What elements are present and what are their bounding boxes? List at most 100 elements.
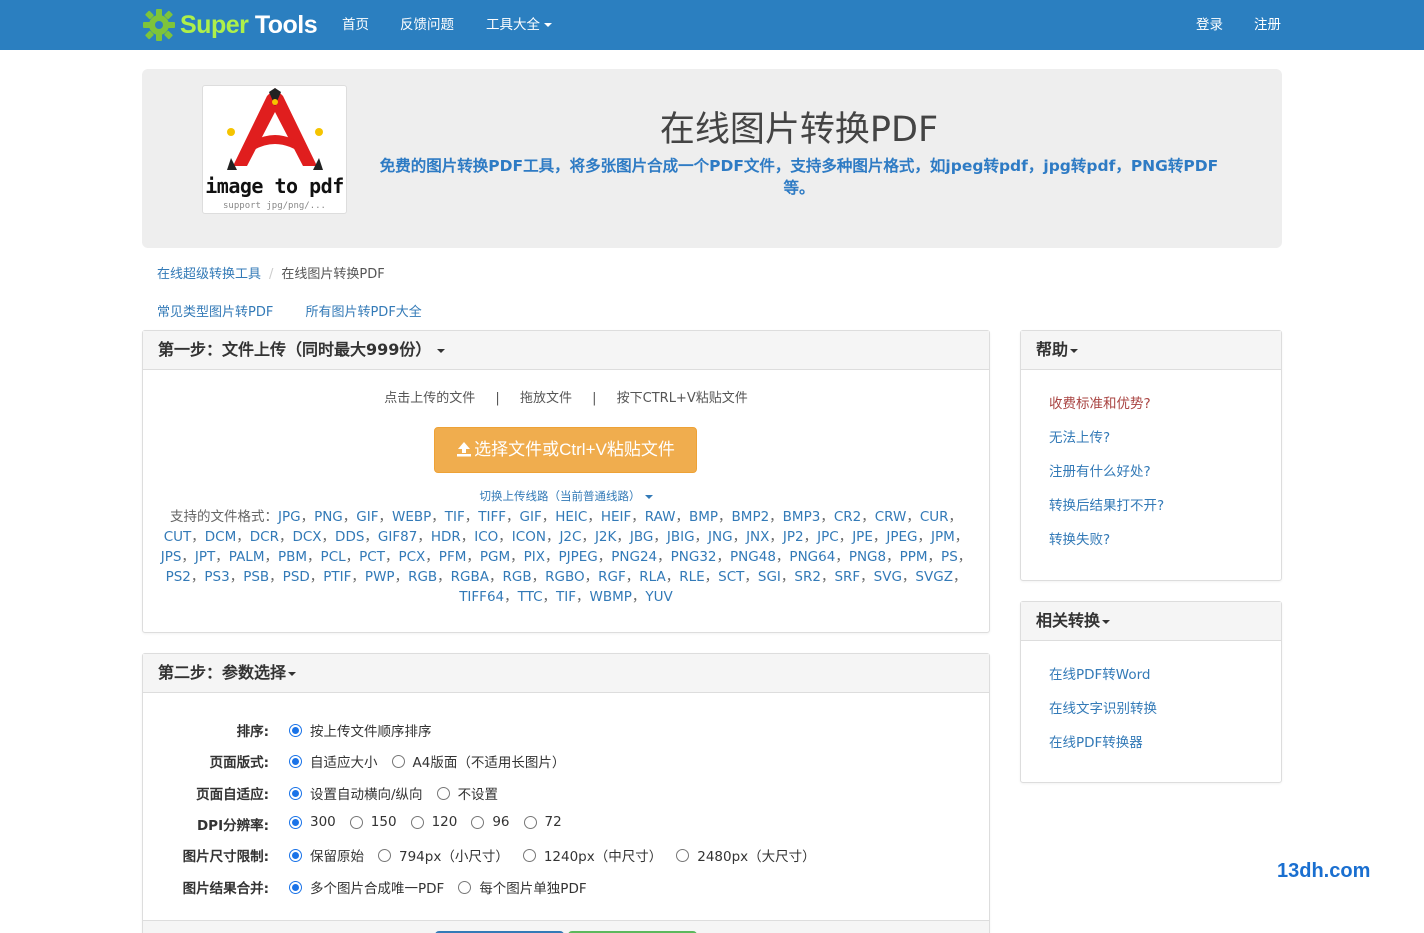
navbar: Super Tools 首页 反馈问题 工具大全 登录 注册 <box>0 0 1424 50</box>
nav-feedback[interactable]: 反馈问题 <box>400 0 454 50</box>
link-all-image-to-pdf[interactable]: 所有图片转PDF大全 <box>305 305 421 320</box>
radio-option[interactable]: 每个图片单独PDF <box>458 877 587 897</box>
radio-option[interactable]: 794px（小尺寸） <box>378 845 509 865</box>
format-separator: ， <box>510 549 524 565</box>
nav-tools-dropdown[interactable]: 工具大全 <box>486 0 552 50</box>
radio-option[interactable]: A4版面（不适用长图片） <box>391 751 566 771</box>
format-item: GIF87 <box>377 529 418 545</box>
format-item: SVG <box>873 569 902 585</box>
format-item: PCT <box>359 549 385 565</box>
format-separator: ， <box>716 549 731 565</box>
upload-icon <box>456 430 472 457</box>
radio-unchecked-icon[interactable] <box>522 848 536 862</box>
format-separator: ， <box>675 509 689 525</box>
related-panel-heading[interactable]: 相关转换 <box>1021 602 1281 641</box>
help-link[interactable]: 转换失败? <box>1049 532 1110 548</box>
radio-option-label: 300 <box>310 814 336 830</box>
nav-home[interactable]: 首页 <box>342 0 369 50</box>
radio-unchecked-icon[interactable] <box>378 848 391 862</box>
help-link[interactable]: 无法上传? <box>1049 430 1110 446</box>
format-separator: ， <box>820 509 834 525</box>
radio-option[interactable]: 72 <box>523 814 562 830</box>
format-item: JPS <box>160 549 182 565</box>
chevron-down-icon <box>1070 348 1079 353</box>
format-item: PNG64 <box>789 549 836 565</box>
radio-option[interactable]: 150 <box>349 814 397 830</box>
format-item: PS <box>941 549 958 565</box>
related-link[interactable]: 在线文字识别转换 <box>1049 701 1157 717</box>
format-item: PCX <box>398 549 426 565</box>
radio-unchecked-icon[interactable] <box>436 786 450 800</box>
watermark: 13dh.com <box>1277 860 1371 882</box>
radio-unchecked-icon[interactable] <box>458 880 472 894</box>
related-link[interactable]: 在线PDF转Word <box>1049 667 1151 683</box>
brand-text-part2: Tools <box>254 10 318 39</box>
upload-button[interactable]: 选择文件或Ctrl+V粘贴文件 <box>434 427 697 473</box>
upload-line-switch[interactable]: 切换上传线路（当前普通线路） <box>143 488 989 504</box>
radio-unchecked-icon[interactable] <box>410 815 424 829</box>
radio-unchecked-icon[interactable] <box>676 848 690 862</box>
breadcrumb-root[interactable]: 在线超级转换工具 <box>157 267 261 282</box>
param-label: DPI分辨率: <box>196 818 269 834</box>
related-list-item: 在线PDF转Word <box>1049 663 1281 697</box>
format-item: PSD <box>282 569 310 585</box>
nav-login[interactable]: 登录 <box>1196 0 1223 50</box>
help-panel-title: 帮助 <box>1036 340 1069 359</box>
format-item: RGB <box>408 569 438 585</box>
format-separator: ， <box>506 509 520 525</box>
help-list-item: 无法上传? <box>1049 426 1281 460</box>
help-link[interactable]: 转换后结果打不开? <box>1049 498 1164 514</box>
radio-checked-icon[interactable] <box>289 786 302 800</box>
radio-option[interactable]: 设置自动横向/纵向 <box>289 783 423 803</box>
brand-logo[interactable]: Super Tools <box>142 6 318 44</box>
logo-subtext: support jpg/png/... <box>223 201 326 211</box>
link-common-image-to-pdf[interactable]: 常见类型图片转PDF <box>157 305 273 320</box>
radio-checked-icon[interactable] <box>289 880 302 894</box>
format-item: CUR <box>919 509 949 525</box>
brand-text-part1: Super <box>180 10 249 39</box>
radio-option[interactable]: 自适应大小 <box>289 751 378 771</box>
radio-option-label: 多个图片合成唯一PDF <box>310 881 445 897</box>
radio-option-label: A4版面（不适用长图片） <box>412 755 566 771</box>
radio-unchecked-icon[interactable] <box>523 815 537 829</box>
format-item: DDS <box>335 529 365 545</box>
radio-checked-icon[interactable] <box>289 815 302 829</box>
radio-option-label: 120 <box>431 814 458 830</box>
nav-register[interactable]: 注册 <box>1254 0 1281 50</box>
radio-option-label: 150 <box>370 814 397 830</box>
radio-option[interactable]: 保留原始 <box>289 845 364 865</box>
radio-unchecked-icon[interactable] <box>349 815 363 829</box>
format-separator: ， <box>694 529 709 545</box>
radio-option[interactable]: 120 <box>410 814 458 830</box>
format-item: JPT <box>194 549 216 565</box>
format-item: DCR <box>249 529 279 545</box>
radio-option[interactable]: 2480px（大尺寸） <box>676 845 816 865</box>
help-link[interactable]: 收费标准和优势? <box>1049 396 1151 412</box>
radio-option[interactable]: 96 <box>471 814 510 830</box>
radio-option-label: 按上传文件顺序排序 <box>310 724 432 740</box>
format-item: PBM <box>277 549 308 565</box>
help-panel-heading[interactable]: 帮助 <box>1021 331 1281 370</box>
format-separator: ， <box>531 569 546 585</box>
param-row: 页面自适应: 设置自动横向/纵向 不设置 <box>143 783 989 803</box>
radio-option[interactable]: 按上传文件顺序排序 <box>289 720 432 740</box>
radio-unchecked-icon[interactable] <box>391 754 405 768</box>
supported-formats: 支持的文件格式：JPG，PNG，GIF，WEBP，TIF，TIFF，GIF，HE… <box>155 507 977 607</box>
radio-option[interactable]: 1240px（中尺寸） <box>522 845 662 865</box>
radio-option[interactable]: 300 <box>289 814 336 830</box>
radio-option[interactable]: 不设置 <box>436 783 498 803</box>
related-link[interactable]: 在线PDF转换器 <box>1049 735 1143 751</box>
upload-button-label: 选择文件或Ctrl+V粘贴文件 <box>474 440 675 459</box>
format-separator: ， <box>860 569 874 585</box>
radio-checked-icon[interactable] <box>289 723 302 737</box>
radio-option[interactable]: 多个图片合成唯一PDF <box>289 877 444 897</box>
upload-panel-heading[interactable]: 第一步：文件上传（同时最大999份） <box>143 331 989 370</box>
radio-checked-icon[interactable] <box>289 754 302 768</box>
params-panel-heading[interactable]: 第二步：参数选择 <box>143 654 989 693</box>
radio-checked-icon[interactable] <box>289 848 302 862</box>
help-link[interactable]: 注册有什么好处? <box>1049 464 1151 480</box>
radio-unchecked-icon[interactable] <box>471 815 485 829</box>
format-separator: ， <box>309 569 324 585</box>
format-item: PALM <box>228 549 265 565</box>
format-separator: ， <box>541 509 556 525</box>
